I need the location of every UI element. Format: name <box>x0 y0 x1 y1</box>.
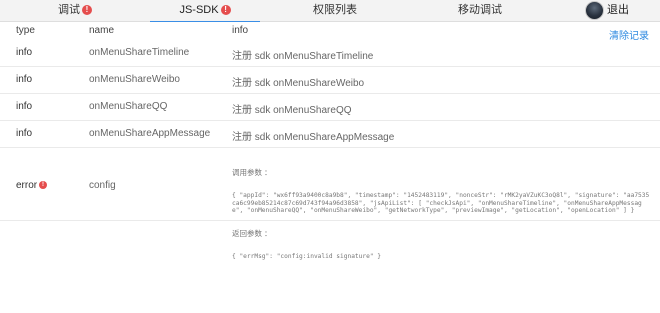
row-type: info <box>16 47 33 58</box>
table-header: type name info 清除记录 <box>0 22 660 42</box>
logout-button[interactable]: 退出 <box>607 0 629 21</box>
header-info: info <box>232 25 249 36</box>
avatar[interactable] <box>585 1 604 20</box>
row-name: config <box>89 180 116 191</box>
tab-permissions[interactable]: 权限列表 <box>260 0 410 21</box>
params-json: { "appId": "wx6ff93a9400c8a9b8", "timest… <box>232 191 650 215</box>
error-detail: 调用参数 ： { "appId": "wx6ff93a9400c8a9b8", … <box>232 154 652 276</box>
row-name: onMenuShareWeibo <box>89 74 180 85</box>
tab-debug[interactable]: 调试! <box>0 0 150 21</box>
tab-mobile-debug[interactable]: 移动调试 <box>410 0 550 21</box>
header-name: name <box>89 25 115 36</box>
row-info: 注册 sdk onMenuShareWeibo <box>232 78 365 89</box>
row-info: 注册 sdk onMenuShareQQ <box>232 105 352 116</box>
return-json: { "errMsg": "config:invalid signature" } <box>232 252 382 260</box>
header-type: type <box>16 25 35 36</box>
row-type: info <box>16 74 33 85</box>
row-type: error <box>16 180 38 191</box>
table-row: info onMenuShareWeibo 注册 sdk onMenuShare… <box>0 67 660 94</box>
tab-badge: ! <box>82 5 92 15</box>
tab-js-sdk[interactable]: JS-SDK! <box>150 0 260 22</box>
row-type: info <box>16 101 33 112</box>
row-name: onMenuShareTimeline <box>89 47 190 58</box>
table-row: info onMenuShareTimeline 注册 sdk onMenuSh… <box>0 40 660 67</box>
error-badge: ! <box>39 181 47 189</box>
return-label: 返回参数 ： <box>232 228 272 238</box>
row-info: 注册 sdk onMenuShareTimeline <box>232 51 374 62</box>
table-row: info onMenuShareQQ 注册 sdk onMenuShareQQ <box>0 94 660 121</box>
tab-label: 调试 <box>58 4 80 16</box>
row-name: onMenuShareAppMessage <box>89 128 211 139</box>
params-label: 调用参数 ： <box>232 168 272 178</box>
tab-badge: ! <box>220 5 231 15</box>
tab-label: JS-SDK <box>179 4 219 16</box>
row-info: 注册 sdk onMenuShareAppMessage <box>232 132 395 143</box>
tab-label: 移动调试 <box>458 4 502 16</box>
table-row: info onMenuShareAppMessage 注册 sdk onMenu… <box>0 121 660 148</box>
row-type: info <box>16 128 33 139</box>
log-table: type name info 清除记录 info onMenuShareTime… <box>0 22 660 260</box>
top-tab-bar: 调试! JS-SDK! 权限列表 移动调试 退出 <box>0 0 660 22</box>
row-name: onMenuShareQQ <box>89 101 168 112</box>
error-row: error ! config 调用参数 ： { "appId": "wx6ff9… <box>0 148 660 260</box>
tab-label: 权限列表 <box>313 4 357 16</box>
